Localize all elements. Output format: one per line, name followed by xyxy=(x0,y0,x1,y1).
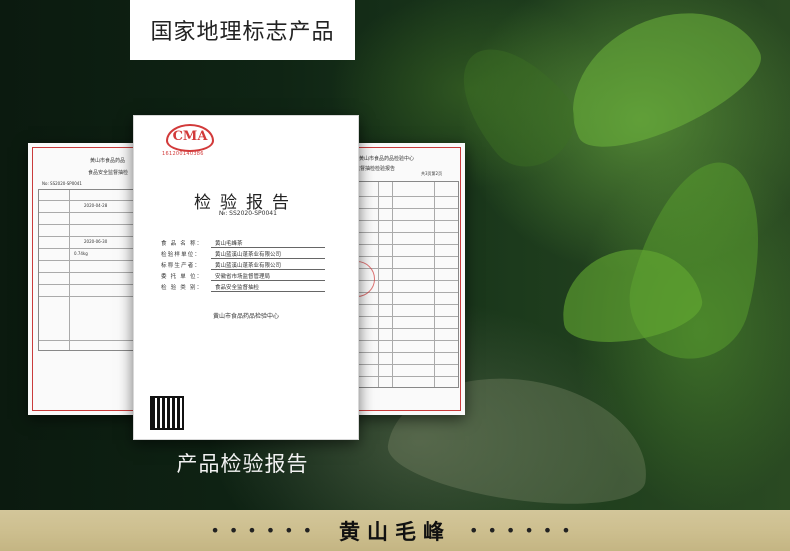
footer-title: 黄山毛峰 xyxy=(339,519,451,544)
field-sample-unit: 检验样单位： 黄山蓝溪山蓬茶业有限公司 xyxy=(161,250,325,259)
inspection-report: CMA 161200140386 检验报告 №: SS2020-SP0041 食… xyxy=(133,115,359,440)
left-doc-date1: 2020-04-28 xyxy=(84,203,108,208)
left-doc-subtitle: 食品安全监督抽检 xyxy=(88,170,129,176)
field-category: 检 验 类 别： 食品安全监督抽检 xyxy=(161,283,325,292)
cma-number: 161200140386 xyxy=(162,151,204,157)
report-number: №: SS2020-SP0041 xyxy=(219,210,277,217)
page-title: 国家地理标志产品 xyxy=(130,0,355,60)
left-doc-date2: 2020-06-30 xyxy=(84,239,108,244)
footer-band: •••••• 黄山毛峰 •••••• xyxy=(0,510,790,551)
report-caption: 产品检验报告 xyxy=(176,452,309,476)
left-doc-org: 黄山市食品药品 xyxy=(90,158,126,164)
right-doc-org: 黄山市食品药品检验中心 xyxy=(359,156,415,162)
left-doc-qty: 0.74kg xyxy=(74,251,88,256)
left-doc-number: No: SS2020-SP0041 xyxy=(42,181,82,186)
cma-logo-icon: CMA xyxy=(166,124,214,152)
dots-right: •••••• xyxy=(469,521,580,540)
field-producer: 标称生产者： 黄山蓝溪山蓬茶业有限公司 xyxy=(161,261,325,270)
report-issuer: 黄山市食品药品检验中心 xyxy=(212,313,279,320)
field-food-name: 食 品 名 称： 黄山毛峰茶 xyxy=(161,239,325,248)
right-doc-subtitle: 监督抽检检验报告 xyxy=(355,166,396,172)
field-client: 委 托 单 位： 安徽省市场监督管理局 xyxy=(161,272,325,281)
dots-left: •••••• xyxy=(210,521,321,540)
right-doc-page: 共3页第2页 xyxy=(421,171,443,176)
qr-code-icon xyxy=(150,396,184,430)
